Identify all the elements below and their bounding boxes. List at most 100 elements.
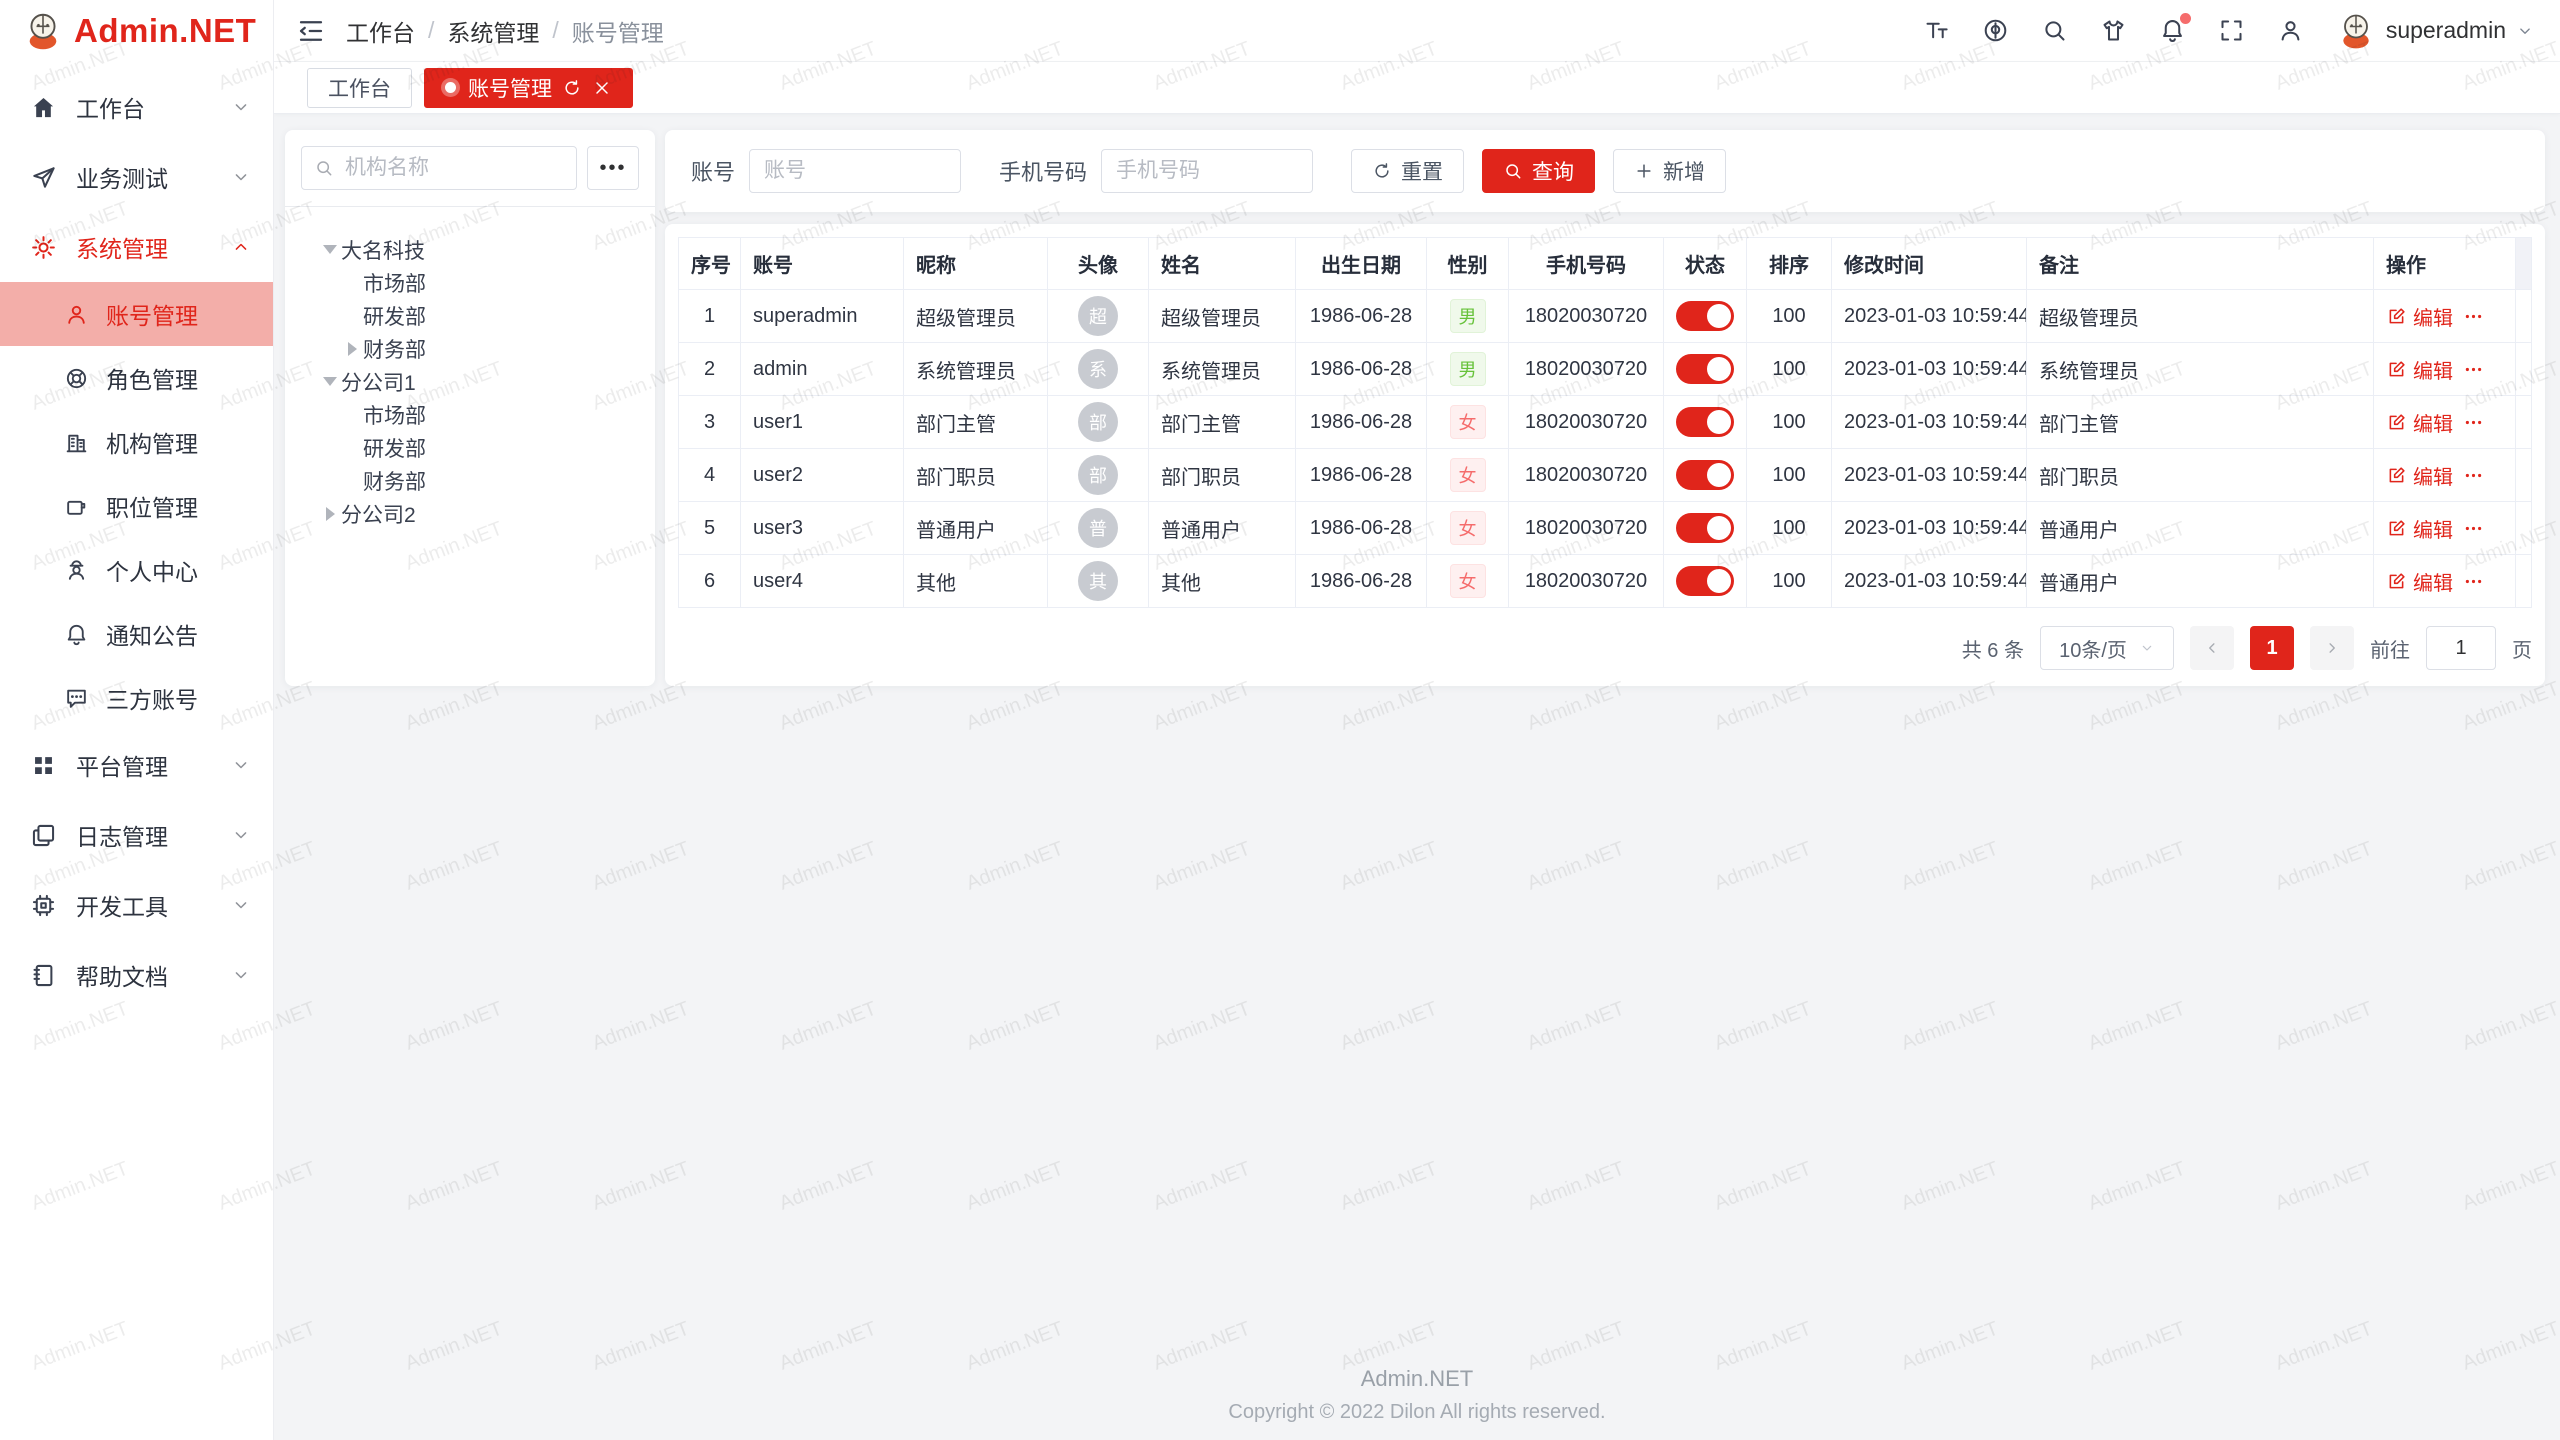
tree-node-大名科技[interactable]: 大名科技 <box>285 233 655 266</box>
cell-gender: 男 <box>1427 343 1509 396</box>
phone-input[interactable] <box>1101 149 1313 193</box>
edit-button[interactable]: 编辑 <box>2386 302 2453 331</box>
cell-index: 1 <box>679 290 741 343</box>
status-toggle[interactable] <box>1676 513 1734 543</box>
sidebar-subitem-机构管理[interactable]: 机构管理 <box>0 410 273 474</box>
sidebar-subitem-label: 账号管理 <box>106 297 198 331</box>
edit-button[interactable]: 编辑 <box>2386 514 2453 543</box>
sidebar-item-平台管理[interactable]: 平台管理 <box>0 730 273 800</box>
tree-node-分公司2[interactable]: 分公司2 <box>285 497 655 530</box>
cell-nickname: 普通用户 <box>904 502 1048 555</box>
language-icon[interactable] <box>1982 17 2009 44</box>
org-more-button[interactable]: ••• <box>587 146 639 190</box>
status-toggle[interactable] <box>1676 566 1734 596</box>
status-toggle[interactable] <box>1676 407 1734 437</box>
notification-icon[interactable] <box>2159 17 2186 44</box>
goto-page-input[interactable] <box>2426 626 2496 670</box>
org-tree-panel: ••• 大名科技市场部研发部财务部分公司1市场部研发部财务部分公司2 <box>285 130 655 686</box>
column-header-修改时间: 修改时间 <box>1832 238 2027 290</box>
edit-icon <box>2386 465 2407 486</box>
more-actions-button[interactable] <box>2463 465 2484 486</box>
sidebar-subitem-职位管理[interactable]: 职位管理 <box>0 474 273 538</box>
more-actions-button[interactable] <box>2463 306 2484 327</box>
edit-button[interactable]: 编辑 <box>2386 408 2453 437</box>
cell-status <box>1664 343 1747 396</box>
avatar: 普 <box>1078 508 1118 548</box>
org-search-input[interactable] <box>343 155 564 181</box>
sidebar-item-label: 开发工具 <box>76 888 168 922</box>
chevron-down-icon <box>2139 640 2155 656</box>
tree-node-财务部[interactable]: 财务部 <box>285 332 655 365</box>
topbar: 工作台/系统管理/账号管理 superadmin <box>274 0 2560 62</box>
tab-refresh-icon[interactable] <box>562 78 582 98</box>
sidebar-item-开发工具[interactable]: 开发工具 <box>0 870 273 940</box>
cell-avatar: 系 <box>1048 343 1149 396</box>
fullscreen-icon[interactable] <box>2218 17 2245 44</box>
search-icon[interactable] <box>2041 17 2068 44</box>
tab-close-icon[interactable] <box>592 78 612 98</box>
sidebar-subitem-三方账号[interactable]: 三方账号 <box>0 666 273 730</box>
book-icon <box>30 962 57 989</box>
more-actions-button[interactable] <box>2463 412 2484 433</box>
caret-placeholder <box>341 272 363 294</box>
menu-fold-icon[interactable] <box>296 16 326 46</box>
caret-collapsed-icon[interactable] <box>341 338 363 360</box>
breadcrumb-item[interactable]: 系统管理 <box>447 14 539 48</box>
caret-expanded-icon[interactable] <box>319 371 341 393</box>
user-menu[interactable]: superadmin <box>2336 11 2534 51</box>
bell-icon <box>64 622 89 647</box>
prev-page-button[interactable] <box>2190 626 2234 670</box>
sidebar-item-工作台[interactable]: 工作台 <box>0 72 273 142</box>
sidebar-subitem-通知公告[interactable]: 通知公告 <box>0 602 273 666</box>
sidebar-item-帮助文档[interactable]: 帮助文档 <box>0 940 273 1010</box>
tree-node-市场部[interactable]: 市场部 <box>285 398 655 431</box>
more-actions-button[interactable] <box>2463 571 2484 592</box>
breadcrumb-item[interactable]: 工作台 <box>346 14 415 48</box>
caret-expanded-icon[interactable] <box>319 239 341 261</box>
edit-button[interactable]: 编辑 <box>2386 355 2453 384</box>
tree-node-研发部[interactable]: 研发部 <box>285 431 655 464</box>
sidebar-subitem-label: 机构管理 <box>106 425 198 459</box>
search-icon <box>1503 161 1523 181</box>
edit-button[interactable]: 编辑 <box>2386 461 2453 490</box>
sidebar-subitem-个人中心[interactable]: 个人中心 <box>0 538 273 602</box>
cell-remark: 部门主管 <box>2027 396 2374 449</box>
next-page-button[interactable] <box>2310 626 2354 670</box>
user-icon[interactable] <box>2277 17 2304 44</box>
more-actions-button[interactable] <box>2463 359 2484 380</box>
theme-icon[interactable] <box>2100 17 2127 44</box>
sidebar-item-日志管理[interactable]: 日志管理 <box>0 800 273 870</box>
status-toggle[interactable] <box>1676 354 1734 384</box>
org-tree-header: ••• <box>285 130 655 206</box>
cell-gender: 女 <box>1427 502 1509 555</box>
page-size-select[interactable]: 10条/页 <box>2040 626 2174 670</box>
cell-gender: 女 <box>1427 449 1509 502</box>
cell-account: user1 <box>741 396 904 449</box>
sidebar-item-系统管理[interactable]: 系统管理 <box>0 212 273 282</box>
sidebar-subitem-角色管理[interactable]: 角色管理 <box>0 346 273 410</box>
status-toggle[interactable] <box>1676 460 1734 490</box>
cell-birth: 1986-06-28 <box>1296 502 1427 555</box>
edit-icon <box>2386 359 2407 380</box>
current-page[interactable]: 1 <box>2250 626 2294 670</box>
status-toggle[interactable] <box>1676 301 1734 331</box>
search-button[interactable]: 查询 <box>1482 149 1595 193</box>
add-button[interactable]: 新增 <box>1613 149 1726 193</box>
more-actions-button[interactable] <box>2463 518 2484 539</box>
tab-账号管理[interactable]: 账号管理 <box>424 68 633 108</box>
font-size-icon[interactable] <box>1923 17 1950 44</box>
tab-工作台[interactable]: 工作台 <box>307 68 412 108</box>
cell-avatar: 部 <box>1048 449 1149 502</box>
tree-node-市场部[interactable]: 市场部 <box>285 266 655 299</box>
cell-avatar: 超 <box>1048 290 1149 343</box>
caret-collapsed-icon[interactable] <box>319 503 341 525</box>
tree-node-财务部[interactable]: 财务部 <box>285 464 655 497</box>
reset-button[interactable]: 重置 <box>1351 149 1464 193</box>
sidebar-subitem-账号管理[interactable]: 账号管理 <box>0 282 273 346</box>
account-input[interactable] <box>749 149 961 193</box>
edit-button[interactable]: 编辑 <box>2386 567 2453 596</box>
table-row: 2admin系统管理员系系统管理员1986-06-28男180200307201… <box>679 343 2532 396</box>
tree-node-分公司1[interactable]: 分公司1 <box>285 365 655 398</box>
tree-node-研发部[interactable]: 研发部 <box>285 299 655 332</box>
sidebar-item-业务测试[interactable]: 业务测试 <box>0 142 273 212</box>
